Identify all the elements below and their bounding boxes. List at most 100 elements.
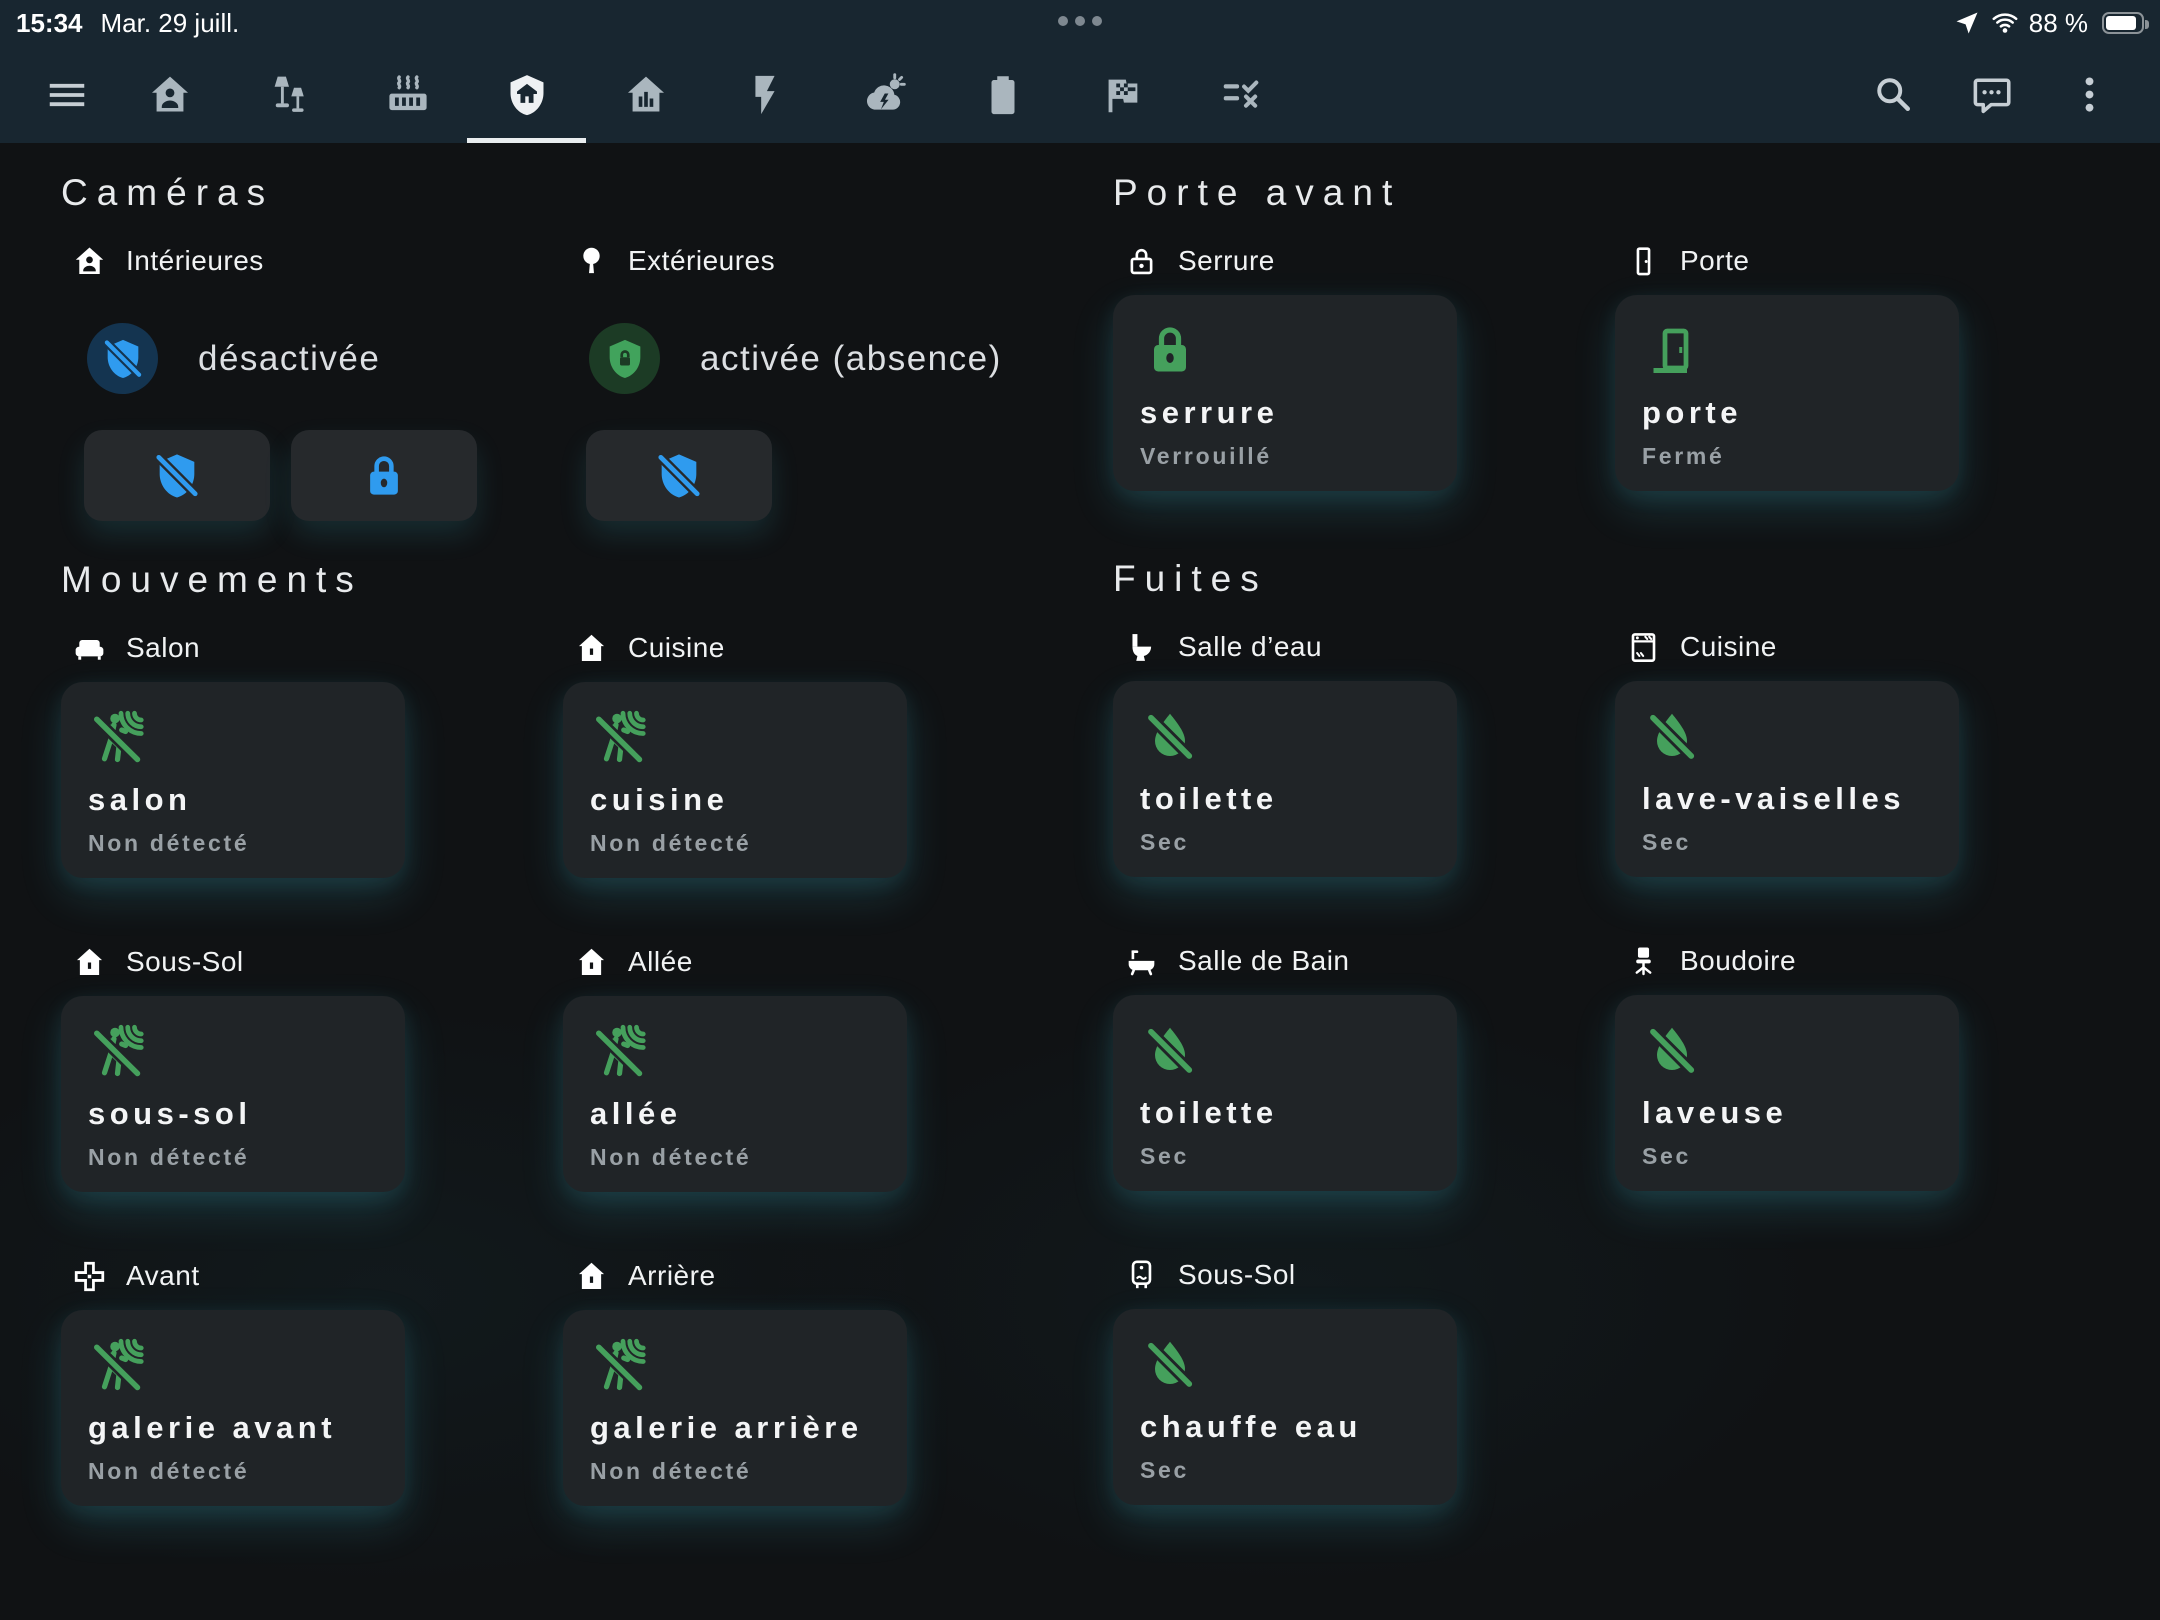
entity-status: Non détecté: [590, 830, 907, 857]
motion-cell-sous-sol: Sous-Sol sous-sol Non détecté: [61, 878, 563, 1192]
entity-name: galerie arrière: [590, 1410, 907, 1446]
house-icon: [574, 631, 609, 666]
area-label: Salle de Bain: [1178, 945, 1350, 977]
tab-energy[interactable]: [705, 46, 824, 143]
water-off-icon: [1642, 1020, 1702, 1080]
water-off-icon: [1140, 1020, 1200, 1080]
tab-weather[interactable]: [824, 46, 943, 143]
disarm-button[interactable]: [84, 430, 270, 521]
entity-name: toilette: [1140, 781, 1457, 817]
motion-sensor-off-icon: [88, 707, 148, 767]
door-card[interactable]: porte Fermé: [1615, 295, 1959, 491]
tab-lights[interactable]: [229, 46, 348, 143]
sofa-icon: [72, 631, 107, 666]
assist-chat-icon[interactable]: [1969, 72, 2014, 117]
section-title-fuites: Fuites: [1113, 555, 2160, 603]
camera-state-text: activée (absence): [700, 339, 1002, 379]
entity-name: lave-vaiselles: [1642, 781, 1959, 817]
tab-home-analytics[interactable]: [586, 46, 705, 143]
bathtub-icon: [1124, 944, 1159, 979]
leak-card[interactable]: toilette Sec: [1113, 995, 1457, 1191]
area-label: Arrière: [628, 1260, 716, 1292]
wifi-icon: [1991, 9, 2019, 37]
entity-status: Sec: [1642, 829, 1959, 856]
motion-card[interactable]: sous-sol Non détecté: [61, 996, 405, 1192]
search-icon[interactable]: [1871, 72, 1916, 117]
motion-card[interactable]: galerie arrière Non détecté: [563, 1310, 907, 1506]
tab-flags[interactable]: [1062, 46, 1181, 143]
water-off-icon: [1140, 1334, 1200, 1394]
motion-sensor-off-icon: [88, 1021, 148, 1081]
tab-battery[interactable]: [943, 46, 1062, 143]
shield-lock-icon: [602, 336, 648, 382]
house-icon: [574, 945, 609, 980]
camera-state-badge[interactable]: désactivée: [61, 323, 563, 394]
house-icon: [574, 1259, 609, 1294]
group-label: Extérieures: [563, 241, 1065, 281]
leak-cell-salle-de-bain: Salle de Bain toilette Sec: [1113, 877, 1615, 1191]
entity-name: cuisine: [590, 782, 907, 818]
badge-circle: [589, 323, 660, 394]
motion-card[interactable]: salon Non détecté: [61, 682, 405, 878]
water-off-icon: [1140, 706, 1200, 766]
camera-state-text: désactivée: [198, 339, 380, 379]
entity-status: Non détecté: [590, 1144, 907, 1171]
arm-lock-button[interactable]: [291, 430, 477, 521]
sidebar-menu-button[interactable]: [44, 72, 90, 118]
leak-cell-salle-eau: Salle d’eau toilette Sec: [1113, 603, 1615, 877]
area-label: Boudoire: [1680, 945, 1796, 977]
door-closed-icon: [1626, 244, 1661, 279]
area-label: Sous-Sol: [126, 946, 244, 978]
leak-card[interactable]: chauffe eau Sec: [1113, 1309, 1457, 1505]
dashboard-tabs: [110, 46, 1300, 143]
motion-sensor-off-icon: [590, 1021, 650, 1081]
area-label: Salle d’eau: [1178, 631, 1322, 663]
entity-name: sous-sol: [88, 1096, 405, 1132]
leak-cell-cuisine: Cuisine lave-vaiselles Sec: [1615, 603, 2117, 877]
weather-lightning-icon: [861, 72, 907, 118]
area-label: Cuisine: [628, 632, 725, 664]
battery-icon: [2102, 12, 2144, 34]
camera-group-exterieures: Extérieures activée (absence): [563, 217, 1065, 521]
camera-state-badge[interactable]: activée (absence): [563, 323, 1065, 394]
home-analytics-icon: [623, 72, 669, 118]
leak-card[interactable]: lave-vaiselles Sec: [1615, 681, 1959, 877]
tab-home-account[interactable]: [110, 46, 229, 143]
entity-name: serrure: [1140, 395, 1457, 431]
hamburger-menu-icon: [44, 72, 90, 118]
porte-avant-grid: Serrure serrure Verrouillé Porte porte F…: [1113, 217, 2160, 491]
lock-cell: Serrure serrure Verrouillé: [1113, 217, 1615, 491]
kebab-menu-icon[interactable]: [2067, 72, 2112, 117]
entity-name: allée: [590, 1096, 907, 1132]
motion-card[interactable]: allée Non détecté: [563, 996, 907, 1192]
entity-status: Non détecté: [88, 1458, 405, 1485]
battery-percent: 88 %: [2029, 8, 2088, 39]
lock-outline-icon: [1124, 244, 1159, 279]
shield-off-icon: [151, 450, 203, 502]
dpad-icon: [72, 1259, 107, 1294]
motion-cell-allee: Allée allée Non détecté: [563, 878, 1065, 1192]
tab-list-status[interactable]: [1181, 46, 1300, 143]
tab-heating[interactable]: [348, 46, 467, 143]
tab-security[interactable]: [467, 46, 586, 143]
entity-status: Sec: [1140, 1143, 1457, 1170]
motion-cell-arriere: Arrière galerie arrière Non détecté: [563, 1192, 1065, 1506]
leak-card[interactable]: toilette Sec: [1113, 681, 1457, 877]
section-title-cameras: Caméras: [61, 169, 1113, 217]
mouvements-grid: Salon salon Non détecté Cuisine cuisine …: [61, 604, 1113, 1506]
disarm-button[interactable]: [586, 430, 772, 521]
lock-icon: [1140, 320, 1200, 380]
motion-card[interactable]: cuisine Non détecté: [563, 682, 907, 878]
status-bar: 15:34 Mar. 29 juill. 88 %: [0, 0, 2160, 46]
section-title-mouvements: Mouvements: [61, 556, 1113, 604]
shield-off-icon: [653, 450, 705, 502]
motion-card[interactable]: galerie avant Non détecté: [61, 1310, 405, 1506]
multitasking-dots-icon[interactable]: [1058, 16, 1102, 26]
entity-status: Sec: [1642, 1143, 1959, 1170]
leak-card[interactable]: laveuse Sec: [1615, 995, 1959, 1191]
house-icon: [72, 945, 107, 980]
lock-card[interactable]: serrure Verrouillé: [1113, 295, 1457, 491]
water-off-icon: [1642, 706, 1702, 766]
motion-cell-avant: Avant galerie avant Non détecté: [61, 1192, 563, 1506]
tree-icon: [574, 244, 609, 279]
